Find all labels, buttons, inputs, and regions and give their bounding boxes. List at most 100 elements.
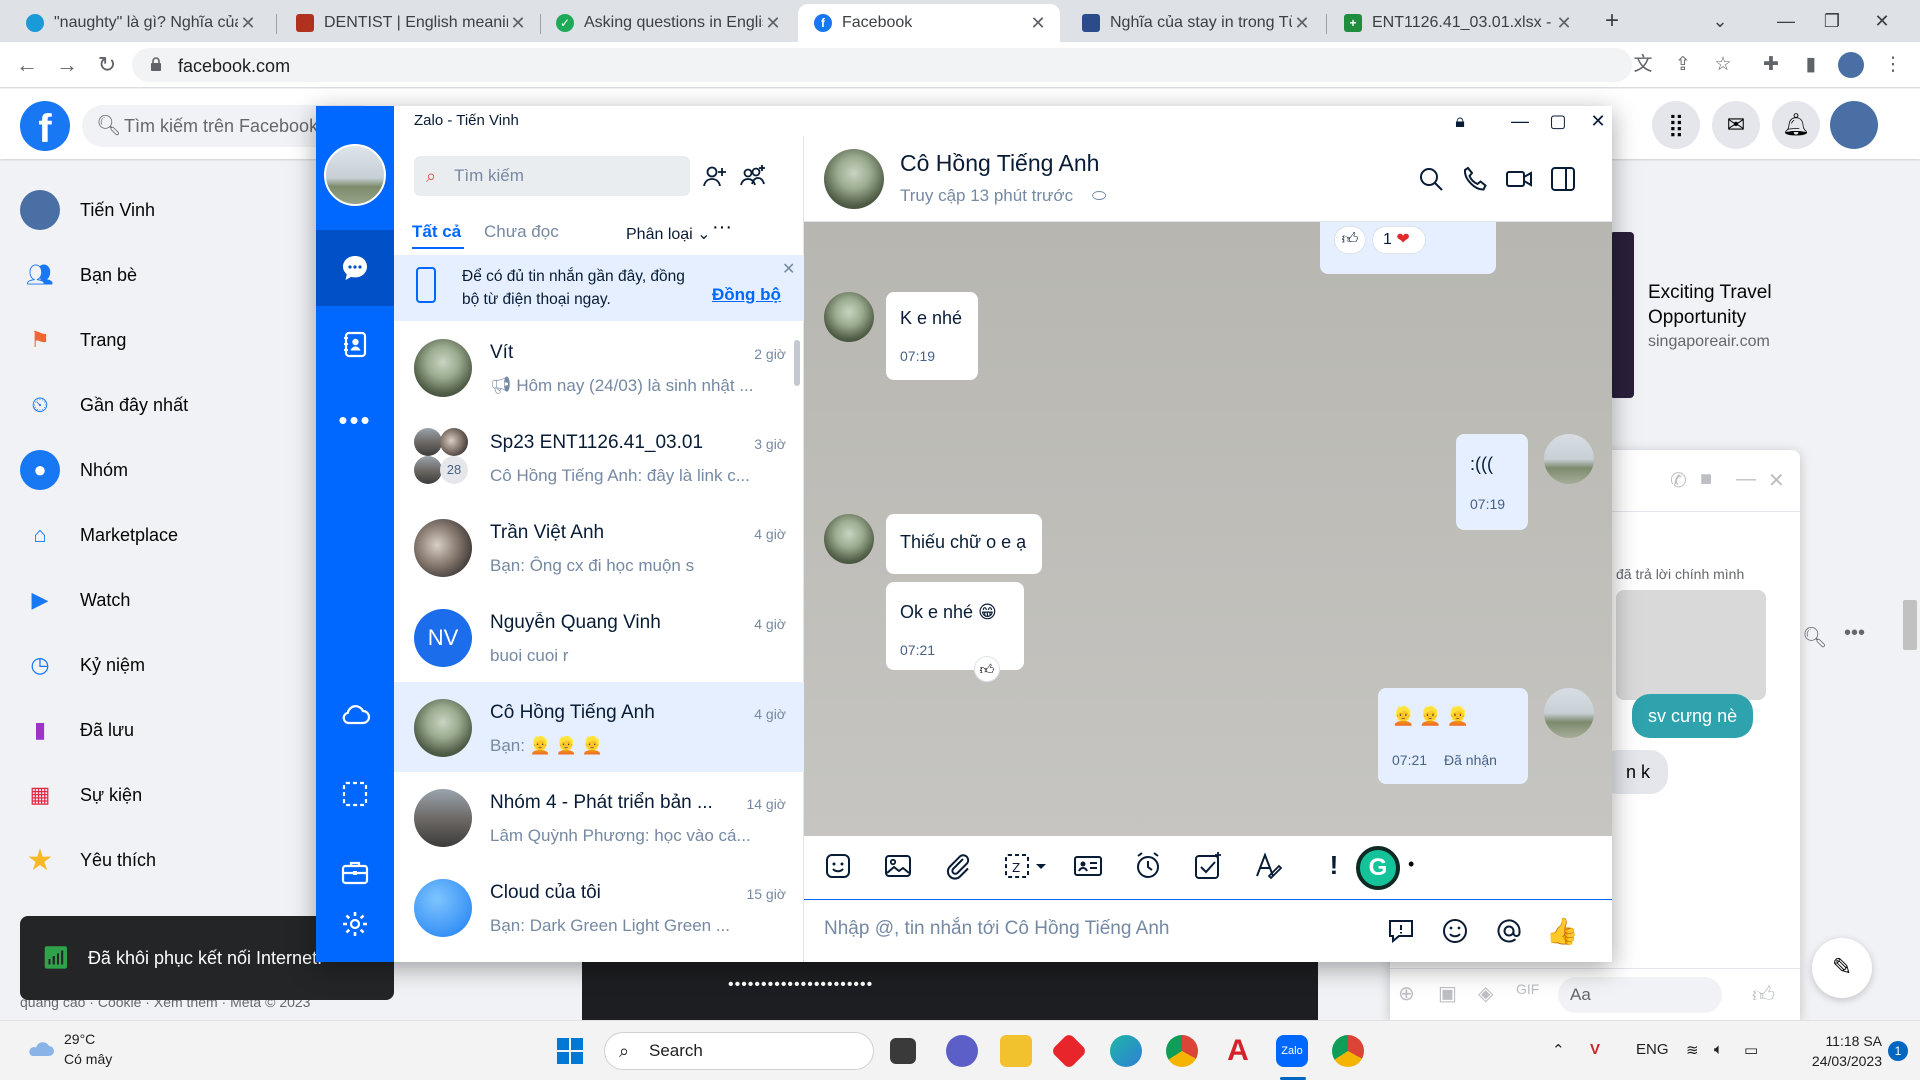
cloud-tab[interactable] (316, 676, 394, 752)
user-avatar[interactable] (324, 144, 386, 206)
nav-item-favorites[interactable]: ★ Yêu thích (20, 832, 157, 888)
conversation-item[interactable]: NV Nguyễn Quang Vinh 4 giờ buoi cuoi r (394, 592, 804, 682)
message-input[interactable]: Nhập @, tin nhắn tới Cô Hồng Tiếng Anh 👍 (804, 900, 1612, 962)
page-scrollbar[interactable] (1903, 600, 1917, 650)
clock[interactable]: 11:18 SA 24/03/2023 (1792, 1031, 1882, 1071)
ad-title[interactable]: Opportunity (1648, 305, 1746, 331)
browser-tab[interactable]: DENTIST | English meaning ✕ (280, 4, 540, 42)
teams-chat-icon[interactable] (946, 1035, 978, 1067)
taskbar-search[interactable]: ⌕ Search (604, 1032, 874, 1070)
create-group-icon[interactable] (738, 162, 768, 192)
minimize-button[interactable]: — (1766, 6, 1806, 36)
user-avatar[interactable] (1544, 434, 1594, 484)
close-window-button[interactable]: ✕ (1862, 6, 1902, 36)
share-icon[interactable]: ⇪ (1670, 52, 1696, 78)
close-icon[interactable]: ✕ (782, 259, 795, 279)
nav-item-recent[interactable]: ⏲ Gần đây nhất (20, 377, 188, 433)
new-tab-button[interactable]: + (1592, 6, 1632, 36)
back-arrow-icon[interactable]: ← (12, 50, 42, 80)
shared-image-thumbnail[interactable] (1616, 590, 1766, 700)
lock-icon[interactable]: 🔒︎ (1434, 106, 1486, 136)
image-icon[interactable] (882, 850, 914, 882)
gif-icon[interactable]: GIF (1516, 981, 1539, 997)
search-input[interactable]: ⌕ Tìm kiếm (414, 156, 690, 196)
chrome-profile-icon[interactable] (1332, 1035, 1364, 1067)
file-explorer-icon[interactable] (1000, 1035, 1032, 1067)
sticker-icon[interactable]: ◈ (1478, 981, 1493, 1006)
contact-avatar[interactable] (824, 514, 874, 564)
messages-tab[interactable] (316, 230, 394, 306)
user-avatar[interactable] (1544, 688, 1594, 738)
like-reaction-icon[interactable]: 👍︎ (1334, 226, 1366, 254)
browser-tab[interactable]: + ENT1126.41_03.01.xlsx - Go ✕ (1328, 4, 1586, 42)
side-panel-icon[interactable] (1548, 164, 1578, 194)
contact-avatar[interactable] (824, 292, 874, 342)
video-icon[interactable]: ■ (1700, 468, 1712, 491)
chrome-icon[interactable] (1166, 1035, 1198, 1067)
browser-tab[interactable]: "naughty" là gì? Nghĩa của ✕ (10, 4, 270, 42)
attachment-icon[interactable] (942, 850, 974, 882)
bookmark-star-icon[interactable]: ☆ (1710, 52, 1736, 78)
react-like-icon[interactable]: 👍︎ (974, 656, 1000, 682)
screenshot-tab[interactable] (316, 756, 394, 832)
extensions-icon[interactable]: ✚ (1758, 52, 1784, 78)
close-button[interactable]: ✕ (1572, 106, 1624, 136)
message-bubble-in[interactable]: Thiếu chữ o e ạ (886, 514, 1042, 574)
phone-icon[interactable] (1460, 164, 1490, 194)
close-icon[interactable]: ✕ (1292, 13, 1312, 34)
language-indicator[interactable]: ENG (1636, 1041, 1669, 1058)
reload-icon[interactable]: ↻ (92, 50, 122, 80)
ad-title[interactable]: Exciting Travel (1648, 280, 1772, 306)
close-icon[interactable]: ✕ (508, 13, 528, 34)
sync-link[interactable]: Đồng bộ (712, 285, 781, 305)
text-format-icon[interactable] (1252, 850, 1284, 882)
close-icon[interactable]: ✕ (1768, 468, 1785, 493)
messenger-icon[interactable]: ✉ (1712, 101, 1760, 149)
nav-item-events[interactable]: ▦ Sự kiện (20, 767, 142, 823)
chat-input[interactable]: Aa (1558, 977, 1722, 1013)
tag-icon[interactable]: ⬭ (1092, 186, 1107, 205)
nav-item-profile[interactable]: Tiến Vinh (20, 182, 155, 238)
search-icon[interactable] (1416, 164, 1446, 194)
kebab-menu-icon[interactable]: ⋮ (1880, 52, 1906, 78)
close-icon[interactable]: ✕ (1028, 13, 1048, 34)
browser-tab[interactable]: Nghĩa của stay in trong Từ ✕ (1066, 4, 1324, 42)
side-panel-icon[interactable]: ▮ (1798, 52, 1824, 78)
nav-item-friends[interactable]: 👥︎ Bạn bè (20, 247, 137, 303)
new-message-button[interactable]: ✎ (1812, 938, 1872, 998)
chevron-down-icon[interactable]: ⌄ (1700, 6, 1740, 36)
message-bubble-in[interactable]: Ok e nhé 😁 07:21 (886, 582, 1024, 670)
contacts-tab[interactable] (316, 306, 394, 382)
message-bubble-out[interactable]: 👱 👱 👱 07:21 Đã nhận (1378, 688, 1528, 784)
chevron-up-icon[interactable]: ⌃ (1552, 1041, 1565, 1059)
settings-tab[interactable] (316, 886, 394, 962)
more-dot-icon[interactable]: • (1408, 854, 1414, 875)
quick-message-icon[interactable] (1386, 916, 1416, 946)
thumbs-up-send-icon[interactable]: 👍 (1546, 916, 1578, 946)
close-icon[interactable]: ✕ (1554, 13, 1574, 34)
vpn-icon[interactable]: V (1590, 1041, 1600, 1058)
browser-tab[interactable]: ✓ Asking questions in English ✕ (540, 4, 795, 42)
conversation-item[interactable]: 28 Sp23 ENT1126.41_03.01 3 giờ Cô Hồng T… (394, 412, 804, 502)
task-view-icon[interactable] (890, 1038, 916, 1064)
profile-avatar[interactable] (1838, 52, 1864, 78)
conversation-item[interactable]: Nhóm 4 - Phát triển bản ... 14 giờ Lâm Q… (394, 772, 804, 862)
volume-icon[interactable]: 🔈︎ (1714, 1041, 1723, 1058)
acrobat-icon[interactable]: A (1222, 1035, 1254, 1067)
phone-icon[interactable]: ✆ (1670, 468, 1687, 493)
classify-dropdown[interactable]: Phân loại ⌄ (626, 224, 711, 244)
image-icon[interactable]: ▣ (1438, 981, 1457, 1006)
nav-item-groups[interactable]: ● Nhóm (20, 442, 128, 498)
bell-icon[interactable]: 🔔︎ (1772, 101, 1820, 149)
forward-arrow-icon[interactable]: → (52, 50, 82, 80)
video-call-icon[interactable] (1504, 164, 1534, 194)
thumbs-up-icon[interactable]: 👍︎ (1752, 981, 1775, 1008)
conversation-item[interactable]: Vít 2 giờ 📢︎ Hôm nay (24/03) là sinh nhậ… (394, 322, 804, 412)
grammarly-icon[interactable]: G (1356, 846, 1400, 890)
message-bubble-out[interactable]: 👍︎ 1 ❤ (1320, 222, 1496, 274)
browser-tab-active[interactable]: f Facebook ✕ (798, 4, 1060, 42)
tab-unread[interactable]: Chưa đọc (484, 222, 559, 242)
nav-item-marketplace[interactable]: ⌂ Marketplace (20, 507, 178, 563)
close-icon[interactable]: ✕ (763, 13, 783, 34)
edge-icon[interactable] (1110, 1035, 1142, 1067)
